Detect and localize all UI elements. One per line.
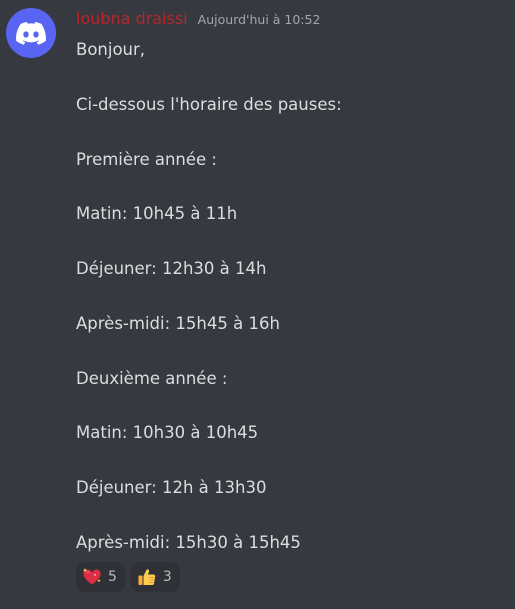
message-line (76, 63, 506, 90)
message-line (76, 502, 506, 529)
chat-message: loubna draissi Aujourd'hui à 10:52 Bonjo… (0, 0, 515, 609)
message-line: Après-midi: 15h30 à 15h45 (76, 533, 301, 553)
message-line (76, 228, 506, 255)
message-line (76, 337, 506, 364)
discord-logo-icon (16, 21, 46, 45)
reaction-count: 5 (108, 569, 117, 585)
message-line: Déjeuner: 12h à 13h30 (76, 478, 267, 498)
message-header: loubna draissi Aujourd'hui à 10:52 (76, 9, 320, 28)
message-line (76, 173, 506, 200)
message-line: Déjeuner: 12h30 à 14h (76, 259, 267, 279)
sparkling-heart-icon (82, 567, 102, 587)
message-line: Matin: 10h30 à 10h45 (76, 423, 259, 443)
reaction-sparkling-heart[interactable]: 5 (76, 562, 125, 592)
message-line (76, 447, 506, 474)
message-line: Bonjour, (76, 40, 146, 59)
message-line: Deuxième année : (76, 368, 228, 388)
reaction-count: 3 (162, 569, 172, 585)
avatar[interactable] (6, 8, 56, 58)
message-line: Ci-dessous l'horaire des pauses: (76, 94, 342, 114)
message-line: Après-midi: 15h45 à 16h (76, 313, 280, 333)
message-line: Matin: 10h45 à 11h (76, 204, 238, 224)
reactions-bar: 5 3 (76, 562, 180, 592)
timestamp: Aujourd'hui à 10:52 (197, 12, 321, 27)
username[interactable]: loubna draissi (76, 9, 188, 28)
message-line (76, 283, 506, 310)
message-line (76, 118, 506, 145)
reaction-thumbs-up[interactable]: 3 (130, 562, 180, 592)
message-line (76, 392, 506, 419)
thumbs-up-icon (137, 567, 157, 587)
message-line: Première année : (76, 149, 217, 169)
message-content: Bonjour, Ci-dessous l'horaire des pauses… (76, 36, 506, 556)
